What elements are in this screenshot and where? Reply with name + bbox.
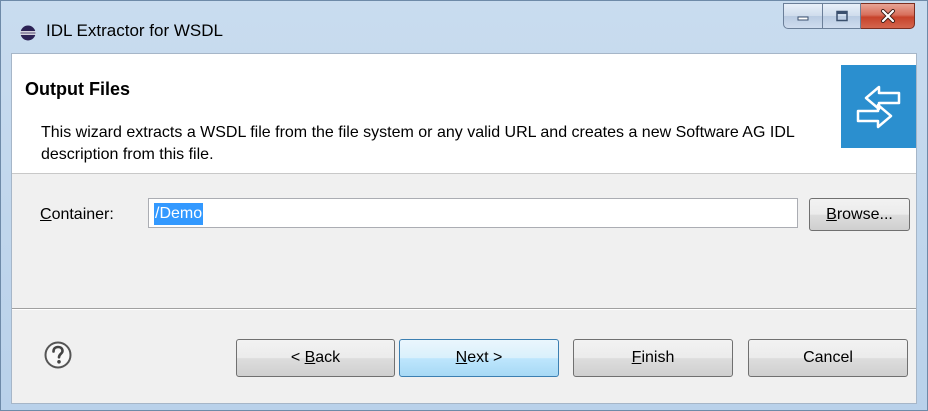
browse-mnemonic: B (826, 205, 837, 223)
footer-separator (12, 308, 916, 310)
caption-buttons (783, 3, 915, 29)
container-input[interactable]: /Demo (148, 198, 798, 228)
eclipse-icon (20, 25, 36, 41)
maximize-button[interactable] (823, 3, 861, 29)
close-button[interactable] (861, 3, 915, 29)
help-icon[interactable] (43, 340, 73, 370)
minimize-icon (797, 16, 809, 21)
back-button[interactable]: < Back (236, 339, 395, 377)
back-label: ack (315, 349, 341, 366)
finish-label: inish (641, 349, 675, 366)
close-icon (880, 9, 895, 23)
title-bar[interactable]: IDL Extractor for WSDL (1, 1, 927, 53)
wizard-header: Output Files This wizard extracts a WSDL… (12, 54, 916, 174)
next-label: ext > (467, 349, 503, 366)
back-prefix: < (290, 349, 305, 366)
back-mnemonic: B (304, 349, 316, 366)
cancel-button[interactable]: Cancel (748, 339, 908, 377)
finish-button[interactable]: Finish (573, 339, 733, 377)
page-description: This wizard extracts a WSDL file from th… (41, 124, 795, 163)
dialog-client-area: Output Files This wizard extracts a WSDL… (11, 53, 917, 404)
browse-button[interactable]: Browse... (809, 198, 910, 231)
dialog-window: IDL Extractor for WSDL Output Files This… (0, 0, 928, 411)
arrows-exchange-icon (856, 85, 901, 129)
wizard-banner-image (841, 65, 916, 148)
container-label-text: ontainer: (51, 206, 114, 223)
container-label-mnemonic: C (40, 206, 52, 223)
next-button[interactable]: Next > (399, 339, 559, 377)
container-label: Container: (40, 206, 114, 224)
maximize-icon (835, 10, 848, 22)
window-title: IDL Extractor for WSDL (46, 21, 223, 40)
container-input-value: /Demo (154, 203, 204, 225)
finish-mnemonic: F (631, 349, 642, 366)
minimize-button[interactable] (783, 3, 823, 29)
next-mnemonic: N (455, 349, 468, 366)
page-title: Output Files (25, 79, 130, 99)
browse-label: rowse... (836, 205, 893, 223)
